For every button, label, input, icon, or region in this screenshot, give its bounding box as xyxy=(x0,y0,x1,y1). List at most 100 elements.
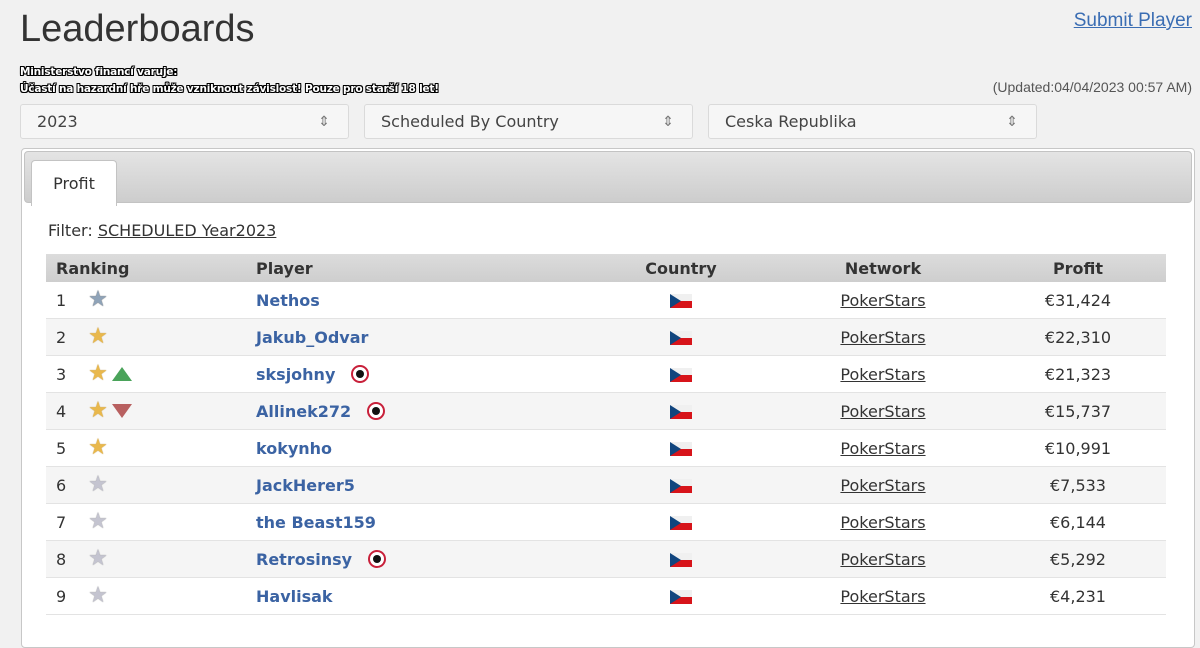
column-header-ranking[interactable]: Ranking xyxy=(46,254,256,282)
country-cell xyxy=(586,318,776,356)
country-cell xyxy=(586,282,776,319)
updated-timestamp: (Updated:04/04/2023 00:57 AM) xyxy=(992,79,1192,95)
czech-flag-icon xyxy=(670,442,692,456)
profit-cell: €10,991 xyxy=(990,429,1166,467)
rank-cell: 5 ★ xyxy=(46,429,256,467)
network-cell: PokerStars xyxy=(776,466,990,504)
network-link[interactable]: PokerStars xyxy=(840,587,925,606)
profit-cell: €15,737 xyxy=(990,392,1166,430)
warning-line-2: Účastí na hazardní hře může vzniknout zá… xyxy=(20,83,439,95)
column-header-player[interactable]: Player xyxy=(256,254,586,282)
table-body: 1 ★ Nethos PokerStars €31,424 2 ★ Jakub_Odvar Po… xyxy=(46,282,1166,615)
country-cell xyxy=(586,429,776,467)
rank-number: 9 xyxy=(56,586,67,606)
year-select[interactable]: 2023 ⇕ xyxy=(20,104,349,139)
rank-down-icon xyxy=(112,404,132,418)
pokerstars-pro-icon xyxy=(351,364,370,383)
network-link[interactable]: PokerStars xyxy=(840,365,925,384)
table-row: 6 ★ JackHerer5 PokerStars €7,533 xyxy=(46,466,1166,504)
silver-star-icon: ★ xyxy=(88,546,108,571)
network-cell: PokerStars xyxy=(776,503,990,541)
country-cell xyxy=(586,392,776,430)
table-row: 7 ★ the Beast159 PokerStars €6,144 xyxy=(46,503,1166,541)
player-cell: sksjohny xyxy=(256,355,586,393)
rank-cell: 1 ★ xyxy=(46,282,256,319)
top-star-icon: ★ xyxy=(88,287,108,312)
network-cell: PokerStars xyxy=(776,392,990,430)
rank-number: 2 xyxy=(56,327,67,347)
profit-cell: €31,424 xyxy=(990,282,1166,319)
rank-up-icon xyxy=(112,367,132,381)
tab-profit[interactable]: Profit xyxy=(31,160,117,206)
column-header-network[interactable]: Network xyxy=(776,254,990,282)
network-link[interactable]: PokerStars xyxy=(840,476,925,495)
profit-cell: €21,323 xyxy=(990,355,1166,393)
network-link[interactable]: PokerStars xyxy=(840,291,925,310)
rank-cell: 6 ★ xyxy=(46,466,256,504)
czech-flag-icon xyxy=(670,368,692,382)
rank-number: 4 xyxy=(56,401,67,421)
network-cell: PokerStars xyxy=(776,318,990,356)
player-link[interactable]: JackHerer5 xyxy=(256,476,355,495)
network-link[interactable]: PokerStars xyxy=(840,439,925,458)
rank-number: 8 xyxy=(56,549,67,569)
player-link[interactable]: Nethos xyxy=(256,291,320,310)
rank-cell: 9 ★ xyxy=(46,577,256,615)
player-cell: JackHerer5 xyxy=(256,466,586,504)
player-cell: Allinek272 xyxy=(256,392,586,430)
rank-number: 3 xyxy=(56,364,67,384)
player-cell: Havlisak xyxy=(256,577,586,615)
leaderboard-panel: Profit Filter: SCHEDULED Year2023 Rankin… xyxy=(21,148,1195,648)
czech-flag-icon xyxy=(670,405,692,419)
player-link[interactable]: Jakub_Odvar xyxy=(256,328,368,347)
column-header-country[interactable]: Country xyxy=(586,254,776,282)
czech-flag-icon xyxy=(670,590,692,604)
player-link[interactable]: Havlisak xyxy=(256,587,333,606)
profit-cell: €22,310 xyxy=(990,318,1166,356)
player-cell: Retrosinsy xyxy=(256,540,586,578)
table-row: 1 ★ Nethos PokerStars €31,424 xyxy=(46,282,1166,319)
leaderboard-table: Ranking Player Country Network Profit 1 ★… xyxy=(46,254,1166,615)
gambling-warning: Ministerstvo financí varuje: Účastí na h… xyxy=(20,64,439,98)
player-cell: Nethos xyxy=(256,282,586,319)
country-cell xyxy=(586,540,776,578)
select-arrows-icon: ⇕ xyxy=(662,114,674,130)
type-select[interactable]: Scheduled By Country ⇕ xyxy=(364,104,693,139)
player-cell: kokynho xyxy=(256,429,586,467)
column-header-profit[interactable]: Profit xyxy=(990,254,1166,282)
filter-link[interactable]: SCHEDULED Year2023 xyxy=(98,221,277,240)
profit-cell: €6,144 xyxy=(990,503,1166,541)
table-row: 2 ★ Jakub_Odvar PokerStars €22,310 xyxy=(46,318,1166,356)
network-cell: PokerStars xyxy=(776,429,990,467)
network-link[interactable]: PokerStars xyxy=(840,513,925,532)
czech-flag-icon xyxy=(670,294,692,308)
filter-row: Filter: SCHEDULED Year2023 xyxy=(48,221,276,240)
rank-cell: 3 ★ xyxy=(46,355,256,393)
czech-flag-icon xyxy=(670,553,692,567)
network-link[interactable]: PokerStars xyxy=(840,328,925,347)
silver-star-icon: ★ xyxy=(88,509,108,534)
czech-flag-icon xyxy=(670,479,692,493)
network-cell: PokerStars xyxy=(776,540,990,578)
country-cell xyxy=(586,355,776,393)
rank-cell: 4 ★ xyxy=(46,392,256,430)
rank-cell: 8 ★ xyxy=(46,540,256,578)
rank-number: 6 xyxy=(56,475,67,495)
player-link[interactable]: the Beast159 xyxy=(256,513,376,532)
submit-player-link[interactable]: Submit Player xyxy=(1074,10,1192,32)
year-select-value: 2023 xyxy=(37,112,78,131)
network-link[interactable]: PokerStars xyxy=(840,402,925,421)
table-row: 8 ★ Retrosinsy PokerStars €5,292 xyxy=(46,540,1166,578)
player-link[interactable]: Allinek272 xyxy=(256,402,351,421)
czech-flag-icon xyxy=(670,331,692,345)
rank-number: 7 xyxy=(56,512,67,532)
player-link[interactable]: kokynho xyxy=(256,439,332,458)
table-row: 3 ★ sksjohny PokerStars €21,323 xyxy=(46,355,1166,393)
network-cell: PokerStars xyxy=(776,355,990,393)
silver-star-icon: ★ xyxy=(88,583,108,608)
network-link[interactable]: PokerStars xyxy=(840,550,925,569)
player-link[interactable]: Retrosinsy xyxy=(256,550,352,569)
country-select[interactable]: Ceska Republika ⇕ xyxy=(708,104,1037,139)
player-link[interactable]: sksjohny xyxy=(256,365,335,384)
profit-cell: €4,231 xyxy=(990,577,1166,615)
